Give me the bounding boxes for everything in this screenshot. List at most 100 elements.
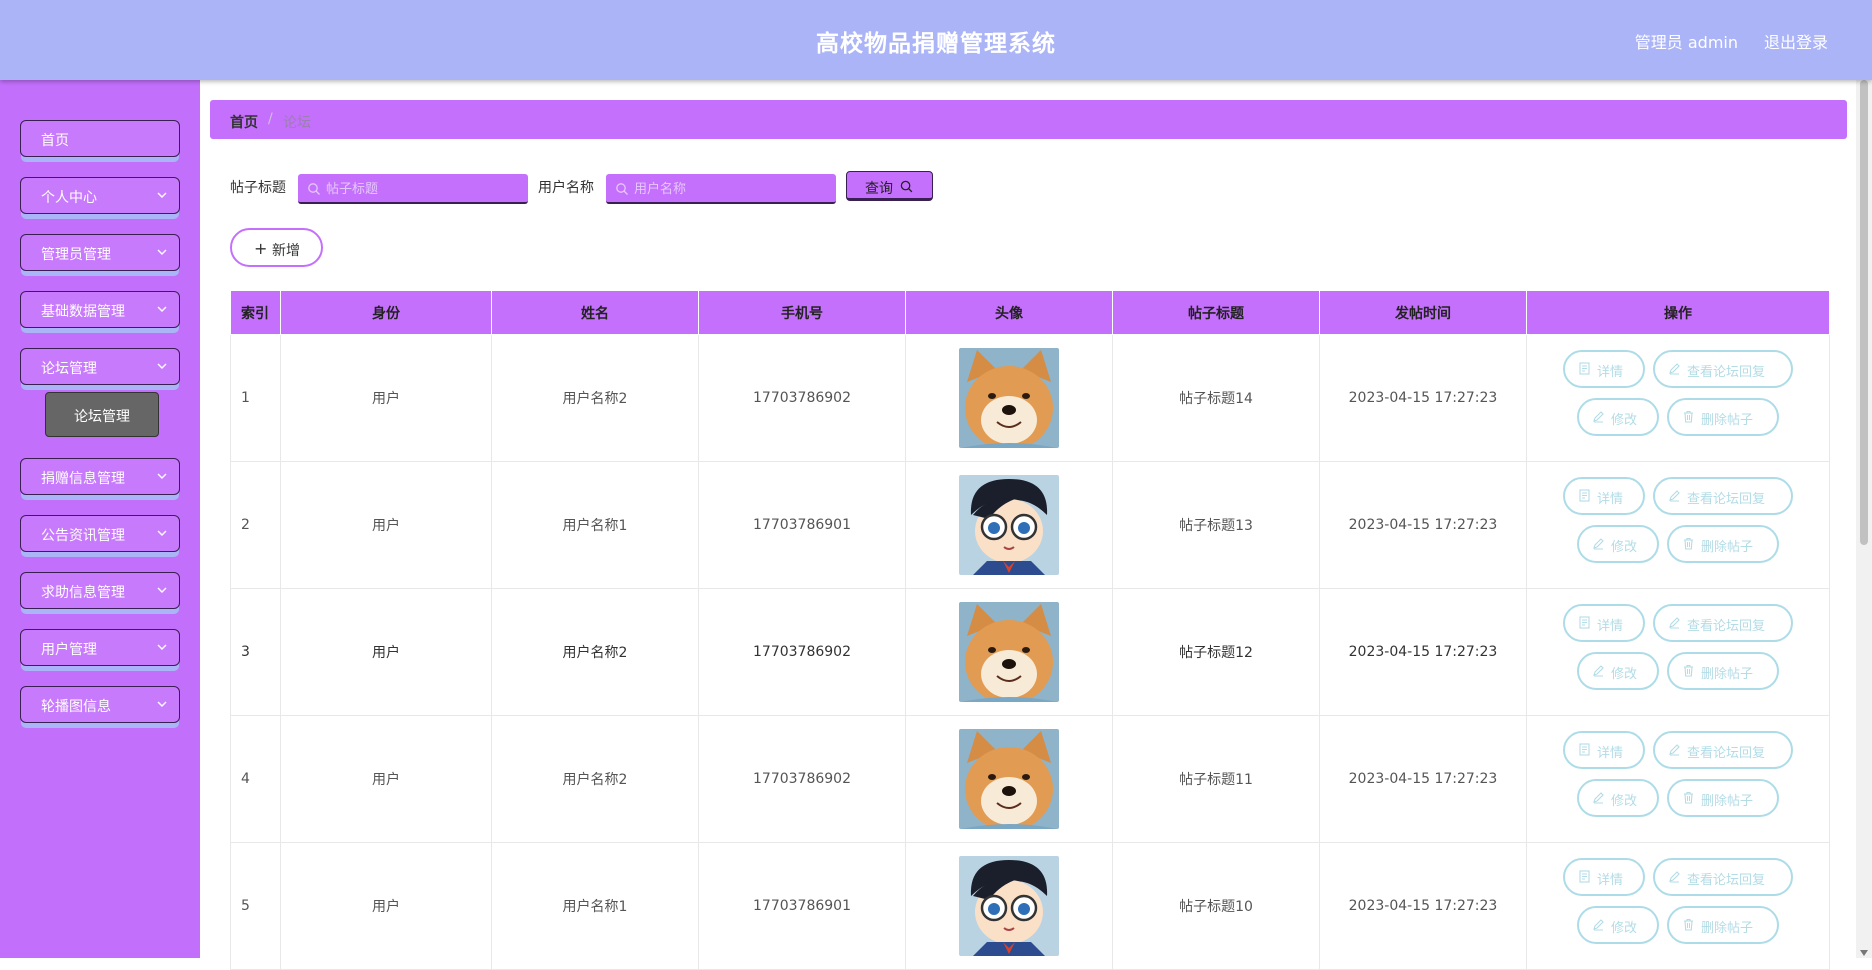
cell-avatar bbox=[905, 715, 1113, 843]
edit-button[interactable]: 修改 bbox=[1577, 906, 1659, 944]
sidebar-item-donation-info[interactable]: 捐赠信息管理 bbox=[20, 458, 180, 495]
detail-button-label: 详情 bbox=[1597, 619, 1624, 634]
cell-phone: 17703786902 bbox=[698, 334, 906, 462]
cell-role: 用户 bbox=[280, 461, 492, 589]
cell-avatar bbox=[905, 588, 1113, 716]
chevron-down-icon bbox=[157, 473, 167, 479]
chevron-down-icon bbox=[157, 644, 167, 650]
avatar bbox=[959, 856, 1059, 956]
delete-post-button[interactable]: 删除帖子 bbox=[1667, 652, 1779, 690]
delete-post-button[interactable]: 删除帖子 bbox=[1667, 525, 1779, 563]
username-input[interactable] bbox=[634, 179, 824, 199]
view-replies-button[interactable]: 查看论坛回复 bbox=[1653, 477, 1793, 515]
edit-icon bbox=[1593, 665, 1604, 677]
cell-name: 用户名称2 bbox=[491, 588, 699, 716]
trash-icon bbox=[1684, 664, 1693, 677]
delete-post-button[interactable]: 删除帖子 bbox=[1667, 398, 1779, 436]
delete-post-button[interactable]: 删除帖子 bbox=[1667, 779, 1779, 817]
document-icon bbox=[1579, 743, 1590, 756]
sidebar-item-announcements[interactable]: 公告资讯管理 bbox=[20, 515, 180, 552]
cell-name: 用户名称1 bbox=[491, 461, 699, 589]
plus-icon: + bbox=[254, 239, 268, 258]
scroll-down-arrow[interactable] bbox=[1860, 950, 1868, 956]
detail-button[interactable]: 详情 bbox=[1563, 731, 1645, 769]
table-row: 1 用户 用户名称2 17703786902 帖子标题14 2023-04-15… bbox=[230, 334, 1830, 462]
trash-icon bbox=[1684, 537, 1693, 550]
detail-button-label: 详情 bbox=[1597, 746, 1624, 761]
sidebar-item-admin-management[interactable]: 管理员管理 bbox=[20, 234, 180, 271]
cell-role: 用户 bbox=[280, 715, 492, 843]
edit-icon bbox=[1669, 744, 1680, 756]
logout-link[interactable]: 退出登录 bbox=[1764, 29, 1828, 53]
edit-icon bbox=[1669, 490, 1680, 502]
chevron-down-icon bbox=[157, 306, 167, 312]
cell-phone: 17703786901 bbox=[698, 842, 906, 970]
document-icon bbox=[1579, 616, 1590, 629]
sidebar-item-carousel[interactable]: 轮播图信息 bbox=[20, 686, 180, 723]
sidebar-item-basic-data[interactable]: 基础数据管理 bbox=[20, 291, 180, 328]
breadcrumb: 首页 / 论坛 bbox=[210, 100, 1847, 139]
edit-button[interactable]: 修改 bbox=[1577, 398, 1659, 436]
sidebar-item-label: 个人中心 bbox=[41, 190, 97, 206]
column-header-name: 姓名 bbox=[491, 290, 699, 335]
cell-post-time: 2023-04-15 17:27:23 bbox=[1319, 334, 1527, 462]
view-replies-button[interactable]: 查看论坛回复 bbox=[1653, 731, 1793, 769]
table-header-row: 索引 身份 姓名 手机号 头像 帖子标题 发帖时间 操作 bbox=[230, 290, 1830, 335]
sidebar-subitem-forum[interactable]: 论坛管理 bbox=[45, 392, 159, 437]
edit-icon bbox=[1593, 792, 1604, 804]
add-button[interactable]: + 新增 bbox=[230, 228, 323, 267]
delete-post-button-label: 删除帖子 bbox=[1701, 667, 1754, 682]
detail-button[interactable]: 详情 bbox=[1563, 604, 1645, 642]
cell-phone: 17703786901 bbox=[698, 461, 906, 589]
sidebar-item-personal-center[interactable]: 个人中心 bbox=[20, 177, 180, 214]
post-title-input[interactable] bbox=[326, 179, 516, 199]
breadcrumb-home[interactable]: 首页 bbox=[230, 112, 258, 132]
edit-button[interactable]: 修改 bbox=[1577, 652, 1659, 690]
view-replies-button[interactable]: 查看论坛回复 bbox=[1653, 858, 1793, 896]
column-header-actions: 操作 bbox=[1526, 290, 1830, 335]
edit-button-label: 修改 bbox=[1611, 667, 1638, 682]
detail-button[interactable]: 详情 bbox=[1563, 858, 1645, 896]
avatar bbox=[959, 729, 1059, 829]
cell-actions: 详情 查看论坛回复 修改 删除帖子 bbox=[1526, 842, 1830, 970]
chevron-down-icon bbox=[157, 701, 167, 707]
sidebar-item-label: 基础数据管理 bbox=[41, 304, 125, 320]
sidebar-item-forum-management[interactable]: 论坛管理 bbox=[20, 348, 180, 385]
cell-avatar bbox=[905, 842, 1113, 970]
cell-post-title: 帖子标题10 bbox=[1112, 842, 1320, 970]
cell-index: 5 bbox=[230, 842, 281, 970]
view-replies-button[interactable]: 查看论坛回复 bbox=[1653, 604, 1793, 642]
app-title: 高校物品捐赠管理系统 bbox=[816, 31, 1056, 57]
sidebar-item-home[interactable]: 首页 bbox=[20, 120, 180, 157]
query-button[interactable]: 查询 bbox=[846, 171, 933, 201]
cell-post-time: 2023-04-15 17:27:23 bbox=[1319, 461, 1527, 589]
document-icon bbox=[1579, 489, 1590, 502]
username-search bbox=[606, 174, 836, 204]
cartoon-boy-avatar-image bbox=[959, 475, 1059, 575]
chevron-down-icon bbox=[157, 249, 167, 255]
detail-button[interactable]: 详情 bbox=[1563, 350, 1645, 388]
delete-post-button[interactable]: 删除帖子 bbox=[1667, 906, 1779, 944]
cell-index: 2 bbox=[230, 461, 281, 589]
cell-name: 用户名称2 bbox=[491, 334, 699, 462]
detail-button[interactable]: 详情 bbox=[1563, 477, 1645, 515]
shiba-dog-avatar-image bbox=[959, 602, 1059, 702]
view-replies-button-label: 查看论坛回复 bbox=[1687, 365, 1766, 380]
cell-index: 4 bbox=[230, 715, 281, 843]
avatar bbox=[959, 348, 1059, 448]
cell-avatar bbox=[905, 334, 1113, 462]
cell-avatar bbox=[905, 461, 1113, 589]
view-replies-button[interactable]: 查看论坛回复 bbox=[1653, 350, 1793, 388]
current-user: 管理员 admin bbox=[1634, 33, 1738, 52]
sidebar-item-users[interactable]: 用户管理 bbox=[20, 629, 180, 666]
table-row: 5 用户 用户名称1 17703786901 帖子标题10 2023-04-15… bbox=[230, 842, 1830, 970]
edit-button[interactable]: 修改 bbox=[1577, 779, 1659, 817]
chevron-down-icon bbox=[157, 363, 167, 369]
sidebar-item-help-requests[interactable]: 求助信息管理 bbox=[20, 572, 180, 609]
table-row: 4 用户 用户名称2 17703786902 帖子标题11 2023-04-15… bbox=[230, 715, 1830, 843]
page-scrollbar[interactable] bbox=[1856, 80, 1872, 958]
edit-button[interactable]: 修改 bbox=[1577, 525, 1659, 563]
edit-icon bbox=[1593, 538, 1604, 550]
scrollbar-thumb[interactable] bbox=[1860, 80, 1868, 545]
edit-button-label: 修改 bbox=[1611, 921, 1638, 936]
